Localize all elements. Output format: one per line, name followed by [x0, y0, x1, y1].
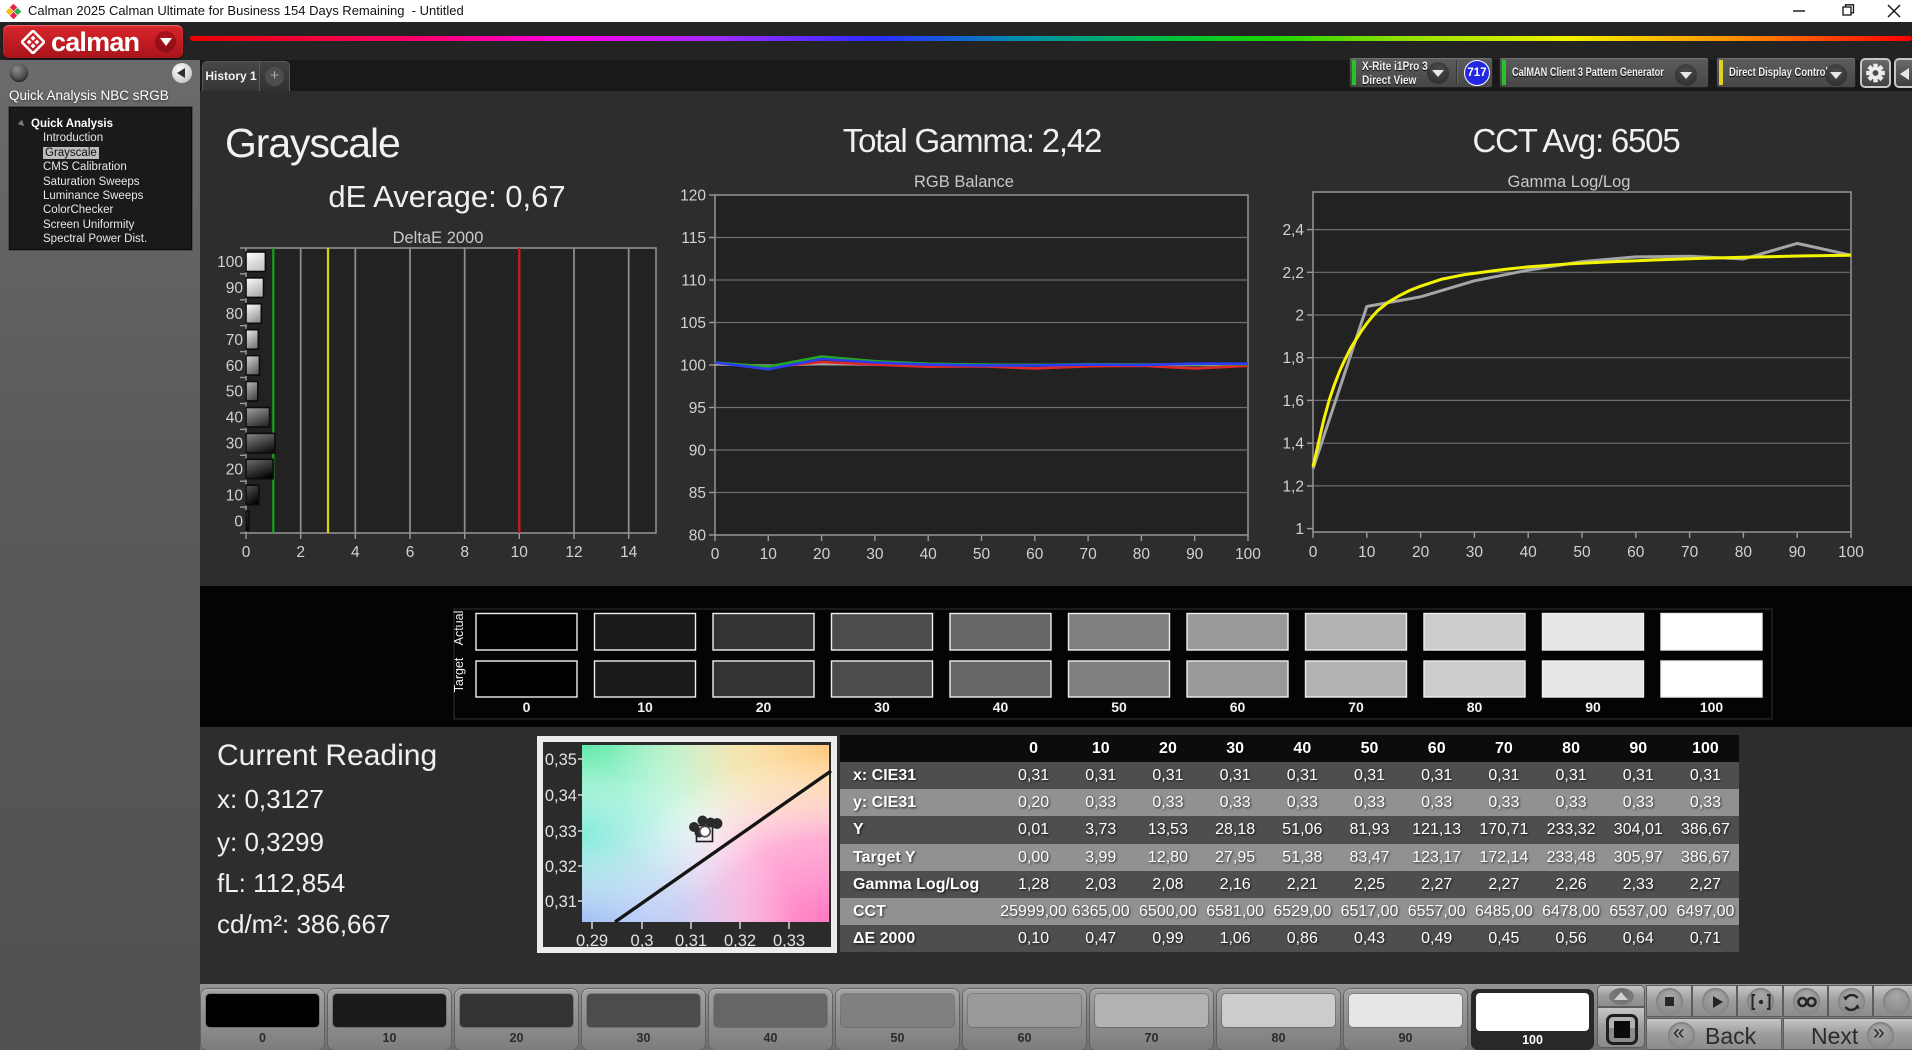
svg-text:10: 10	[637, 699, 653, 715]
svg-text:0,33: 0,33	[773, 932, 805, 950]
svg-text:90: 90	[1789, 544, 1807, 561]
svg-text:60: 60	[1230, 699, 1246, 715]
svg-text:1,2: 1,2	[1282, 478, 1304, 495]
svg-text:0,31: 0,31	[675, 932, 707, 950]
svg-text:110: 110	[681, 273, 706, 290]
svg-text:14: 14	[620, 544, 638, 561]
svg-text:70: 70	[1079, 546, 1097, 563]
svg-text:80: 80	[1735, 544, 1753, 561]
svg-text:1,6: 1,6	[1282, 393, 1304, 410]
svg-text:95: 95	[689, 400, 706, 417]
svg-text:70: 70	[1681, 544, 1699, 561]
svg-text:40: 40	[226, 410, 244, 427]
svg-text:105: 105	[680, 315, 706, 332]
svg-text:20: 20	[756, 699, 772, 715]
svg-text:120: 120	[680, 188, 706, 205]
svg-text:0,34: 0,34	[545, 787, 577, 805]
svg-text:50: 50	[1573, 544, 1591, 561]
svg-text:Target: Target	[452, 657, 466, 692]
svg-text:60: 60	[226, 358, 244, 375]
svg-text:1: 1	[1295, 521, 1304, 538]
svg-text:50: 50	[973, 546, 991, 563]
svg-text:10: 10	[1358, 544, 1376, 561]
svg-text:100: 100	[1235, 546, 1261, 563]
svg-text:70: 70	[1348, 699, 1364, 715]
svg-text:12: 12	[565, 544, 582, 561]
svg-text:85: 85	[689, 485, 706, 502]
svg-text:40: 40	[993, 699, 1009, 715]
svg-text:10: 10	[760, 546, 778, 563]
svg-text:8: 8	[460, 544, 469, 561]
svg-text:Actual: Actual	[452, 611, 466, 646]
svg-text:30: 30	[1466, 544, 1484, 561]
svg-text:90: 90	[1186, 546, 1204, 563]
svg-text:100: 100	[680, 358, 706, 375]
svg-text:100: 100	[1838, 544, 1864, 561]
svg-text:0: 0	[242, 544, 251, 561]
svg-text:90: 90	[689, 443, 707, 460]
svg-text:100: 100	[217, 254, 243, 271]
svg-text:0,3: 0,3	[631, 932, 654, 950]
svg-text:0,35: 0,35	[545, 751, 577, 769]
svg-text:90: 90	[1585, 699, 1601, 715]
svg-text:2,2: 2,2	[1282, 265, 1304, 282]
svg-text:20: 20	[813, 546, 831, 563]
svg-text:1,4: 1,4	[1282, 436, 1304, 453]
svg-text:10: 10	[511, 544, 529, 561]
svg-text:0: 0	[711, 546, 720, 563]
svg-text:2: 2	[1295, 308, 1304, 325]
svg-text:0: 0	[1309, 544, 1318, 561]
svg-text:0: 0	[234, 513, 243, 530]
svg-text:60: 60	[1026, 546, 1044, 563]
svg-text:30: 30	[226, 436, 244, 453]
svg-text:4: 4	[351, 544, 360, 561]
svg-text:115: 115	[681, 230, 706, 247]
svg-text:90: 90	[226, 280, 244, 297]
svg-text:50: 50	[1111, 699, 1127, 715]
svg-text:10: 10	[226, 487, 244, 504]
svg-text:40: 40	[1520, 544, 1538, 561]
svg-text:20: 20	[1412, 544, 1430, 561]
svg-text:50: 50	[226, 384, 244, 401]
svg-text:100: 100	[1700, 699, 1724, 715]
svg-text:0,31: 0,31	[545, 893, 577, 911]
svg-text:0,33: 0,33	[545, 823, 577, 841]
svg-text:0,32: 0,32	[724, 932, 756, 950]
svg-text:2: 2	[296, 544, 305, 561]
svg-text:60: 60	[1627, 544, 1645, 561]
svg-text:2,4: 2,4	[1282, 222, 1304, 239]
svg-text:80: 80	[689, 528, 707, 545]
svg-text:30: 30	[874, 699, 890, 715]
svg-text:0: 0	[523, 699, 531, 715]
svg-text:30: 30	[866, 546, 884, 563]
svg-text:70: 70	[226, 332, 244, 349]
svg-text:80: 80	[226, 306, 244, 323]
svg-text:0,32: 0,32	[545, 858, 577, 876]
svg-text:40: 40	[920, 546, 938, 563]
svg-text:6: 6	[406, 544, 415, 561]
svg-text:80: 80	[1133, 546, 1151, 563]
svg-text:20: 20	[226, 462, 244, 479]
svg-text:0,29: 0,29	[576, 932, 608, 950]
svg-text:80: 80	[1467, 699, 1483, 715]
svg-text:1,8: 1,8	[1282, 350, 1304, 367]
